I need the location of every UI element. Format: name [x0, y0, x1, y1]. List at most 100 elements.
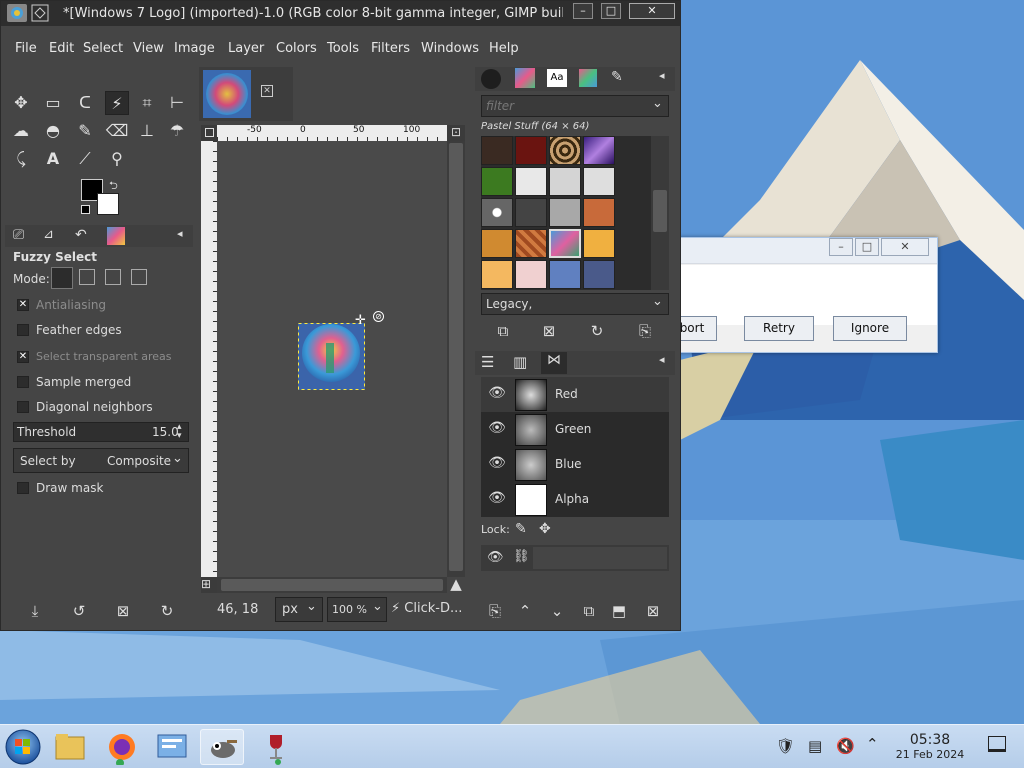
vertical-scrollbar[interactable] — [447, 141, 465, 577]
close-button[interactable]: ✕ — [629, 3, 675, 19]
gimp-taskbar-icon[interactable] — [200, 729, 244, 765]
pattern-scrollbar-thumb[interactable] — [653, 190, 667, 232]
start-button[interactable] — [4, 728, 42, 766]
path-link-icon[interactable]: ⛓ — [513, 549, 530, 564]
channel-to-selection-icon[interactable]: ⬒ — [609, 601, 629, 621]
dialog-minimize-button[interactable]: – — [829, 238, 853, 256]
pattern-swatch[interactable] — [481, 260, 513, 289]
save-options-icon[interactable]: ⤓ — [25, 601, 45, 621]
lock-position-icon[interactable]: ✥ — [539, 521, 551, 537]
clock-date[interactable]: 21 Feb 2024 — [892, 748, 968, 761]
pattern-swatch[interactable] — [481, 167, 513, 196]
delete-channel-icon[interactable]: ⊠ — [643, 601, 663, 621]
open-as-image-icon[interactable]: ⎘ — [635, 321, 655, 341]
menu-colors[interactable]: Colors — [276, 41, 317, 56]
pattern-grid[interactable] — [481, 136, 651, 290]
maximize-button[interactable]: □ — [601, 3, 621, 19]
dock-menu-icon[interactable]: ◂ — [659, 69, 665, 82]
visibility-eye-icon[interactable]: 👁 — [487, 420, 507, 436]
dialog-maximize-button[interactable]: □ — [855, 238, 879, 256]
pattern-swatch[interactable] — [481, 198, 513, 227]
new-channel-icon[interactable]: ⎘ — [485, 601, 505, 621]
paintbrush-tool-icon[interactable]: ✎ — [73, 119, 97, 143]
menu-filters[interactable]: Filters — [371, 41, 410, 56]
minimize-button[interactable]: – — [573, 3, 593, 19]
navigation-arrow-icon[interactable]: ▲ — [447, 575, 465, 593]
panel-menu-icon[interactable]: ◂ — [177, 227, 183, 240]
control-panel-taskbar-icon[interactable] — [150, 729, 194, 765]
navigate-icon[interactable]: ⊞ — [201, 577, 217, 593]
pattern-swatch[interactable] — [583, 260, 615, 289]
show-desktop-icon[interactable] — [988, 736, 1006, 752]
menu-image[interactable]: Image — [174, 41, 215, 56]
dock-menu-icon[interactable]: ◂ — [659, 353, 665, 366]
tool-options-tab-icon[interactable]: ⎚ — [13, 227, 24, 243]
mode-subtract-icon[interactable] — [105, 269, 121, 285]
menu-select[interactable]: Select — [83, 41, 123, 56]
color-picker-tool-icon[interactable]: ⟋ — [73, 147, 97, 171]
path-tool-icon[interactable]: ⤹ — [9, 147, 33, 171]
pattern-swatch[interactable] — [549, 167, 581, 196]
zoom-tool-icon[interactable]: ⚲ — [105, 147, 129, 171]
menu-file[interactable]: File — [15, 41, 37, 56]
mode-add-icon[interactable] — [79, 269, 95, 285]
pattern-swatch[interactable] — [515, 136, 547, 165]
usb-tray-icon[interactable]: 🛡 — [776, 737, 795, 755]
mode-intersect-icon[interactable] — [131, 269, 147, 285]
pattern-scrollbar[interactable] — [651, 136, 669, 290]
clone-tool-icon[interactable]: ⊥ — [135, 119, 159, 143]
vertical-ruler[interactable] — [201, 141, 217, 577]
dialog-close-button[interactable]: ✕ — [881, 238, 929, 256]
menu-windows[interactable]: Windows — [421, 41, 479, 56]
refresh-patterns-icon[interactable]: ↻ — [587, 321, 607, 341]
smudge-tool-icon[interactable]: ☂ — [165, 119, 189, 143]
restore-options-icon[interactable]: ↺ — [69, 601, 89, 621]
pattern-swatch[interactable] — [515, 198, 547, 227]
path-row[interactable]: 👁 ⛓ — [481, 545, 669, 571]
vertical-scrollbar-thumb[interactable] — [449, 143, 463, 571]
duplicate-pattern-icon[interactable]: ⧉ — [493, 321, 513, 341]
pattern-swatch[interactable] — [583, 167, 615, 196]
pattern-swatch[interactable] — [549, 198, 581, 227]
delete-options-icon[interactable]: ⊠ — [113, 601, 133, 621]
pattern-tag-dropdown[interactable]: Legacy, ⌄ — [481, 293, 669, 315]
pattern-swatch[interactable] — [583, 136, 615, 165]
move-tool-icon[interactable]: ✥ — [9, 91, 33, 115]
lock-pixels-icon[interactable]: ✎ — [515, 521, 527, 537]
unified-transform-tool-icon[interactable]: ⊢ — [165, 91, 189, 115]
pattern-swatch[interactable] — [515, 260, 547, 289]
images-tab-icon[interactable] — [107, 227, 125, 245]
device-status-tab-icon[interactable]: ⊿ — [43, 227, 54, 242]
zoom-dropdown[interactable]: 100 % ⌄ — [327, 597, 387, 622]
diagonal-neighbors-checkbox[interactable] — [17, 401, 29, 413]
ignore-button[interactable]: Ignore — [833, 316, 907, 341]
wine-taskbar-icon[interactable] — [254, 729, 298, 765]
menu-edit[interactable]: Edit — [49, 41, 74, 56]
fonts-tab-icon[interactable]: Aa — [547, 69, 567, 87]
eraser-tool-icon[interactable]: ⌫ — [105, 119, 129, 143]
show-hidden-icons-chevron-icon[interactable]: ⌃ — [866, 735, 879, 753]
rect-select-tool-icon[interactable]: ▭ — [41, 91, 65, 115]
lasso-tool-icon[interactable]: ᑕ — [73, 91, 97, 115]
menu-help[interactable]: Help — [489, 41, 519, 56]
lower-channel-icon[interactable]: ⌄ — [547, 601, 567, 621]
menu-layer[interactable]: Layer — [228, 41, 264, 56]
channel-row-alpha[interactable]: 👁 Alpha — [481, 482, 669, 517]
quickmask-corner-icon[interactable] — [201, 125, 217, 141]
image-canvas[interactable] — [298, 323, 365, 390]
horizontal-ruler[interactable]: -50 0 50 100 — [217, 125, 447, 141]
network-tray-icon[interactable]: ▤ — [808, 737, 822, 755]
channel-row-red[interactable]: 👁 Red — [481, 377, 669, 412]
horizontal-scrollbar[interactable] — [217, 577, 447, 593]
paint-dynamics-tab-icon[interactable]: ✎ — [611, 69, 623, 85]
fuzzy-select-tool-icon[interactable]: ⚡ — [105, 91, 129, 115]
paths-tab-icon[interactable]: ⋈ — [541, 352, 567, 374]
pattern-swatch[interactable] — [515, 167, 547, 196]
image-tab[interactable]: ✕ — [199, 67, 293, 121]
pattern-swatch[interactable] — [549, 260, 581, 289]
default-colors-icon[interactable] — [81, 205, 90, 214]
select-transparent-checkbox[interactable]: ✕ — [17, 351, 29, 363]
visibility-eye-icon[interactable]: 👁 — [487, 455, 507, 471]
crop-tool-icon[interactable]: ⌗ — [135, 91, 159, 115]
warp-tool-icon[interactable]: ☁ — [9, 119, 33, 143]
